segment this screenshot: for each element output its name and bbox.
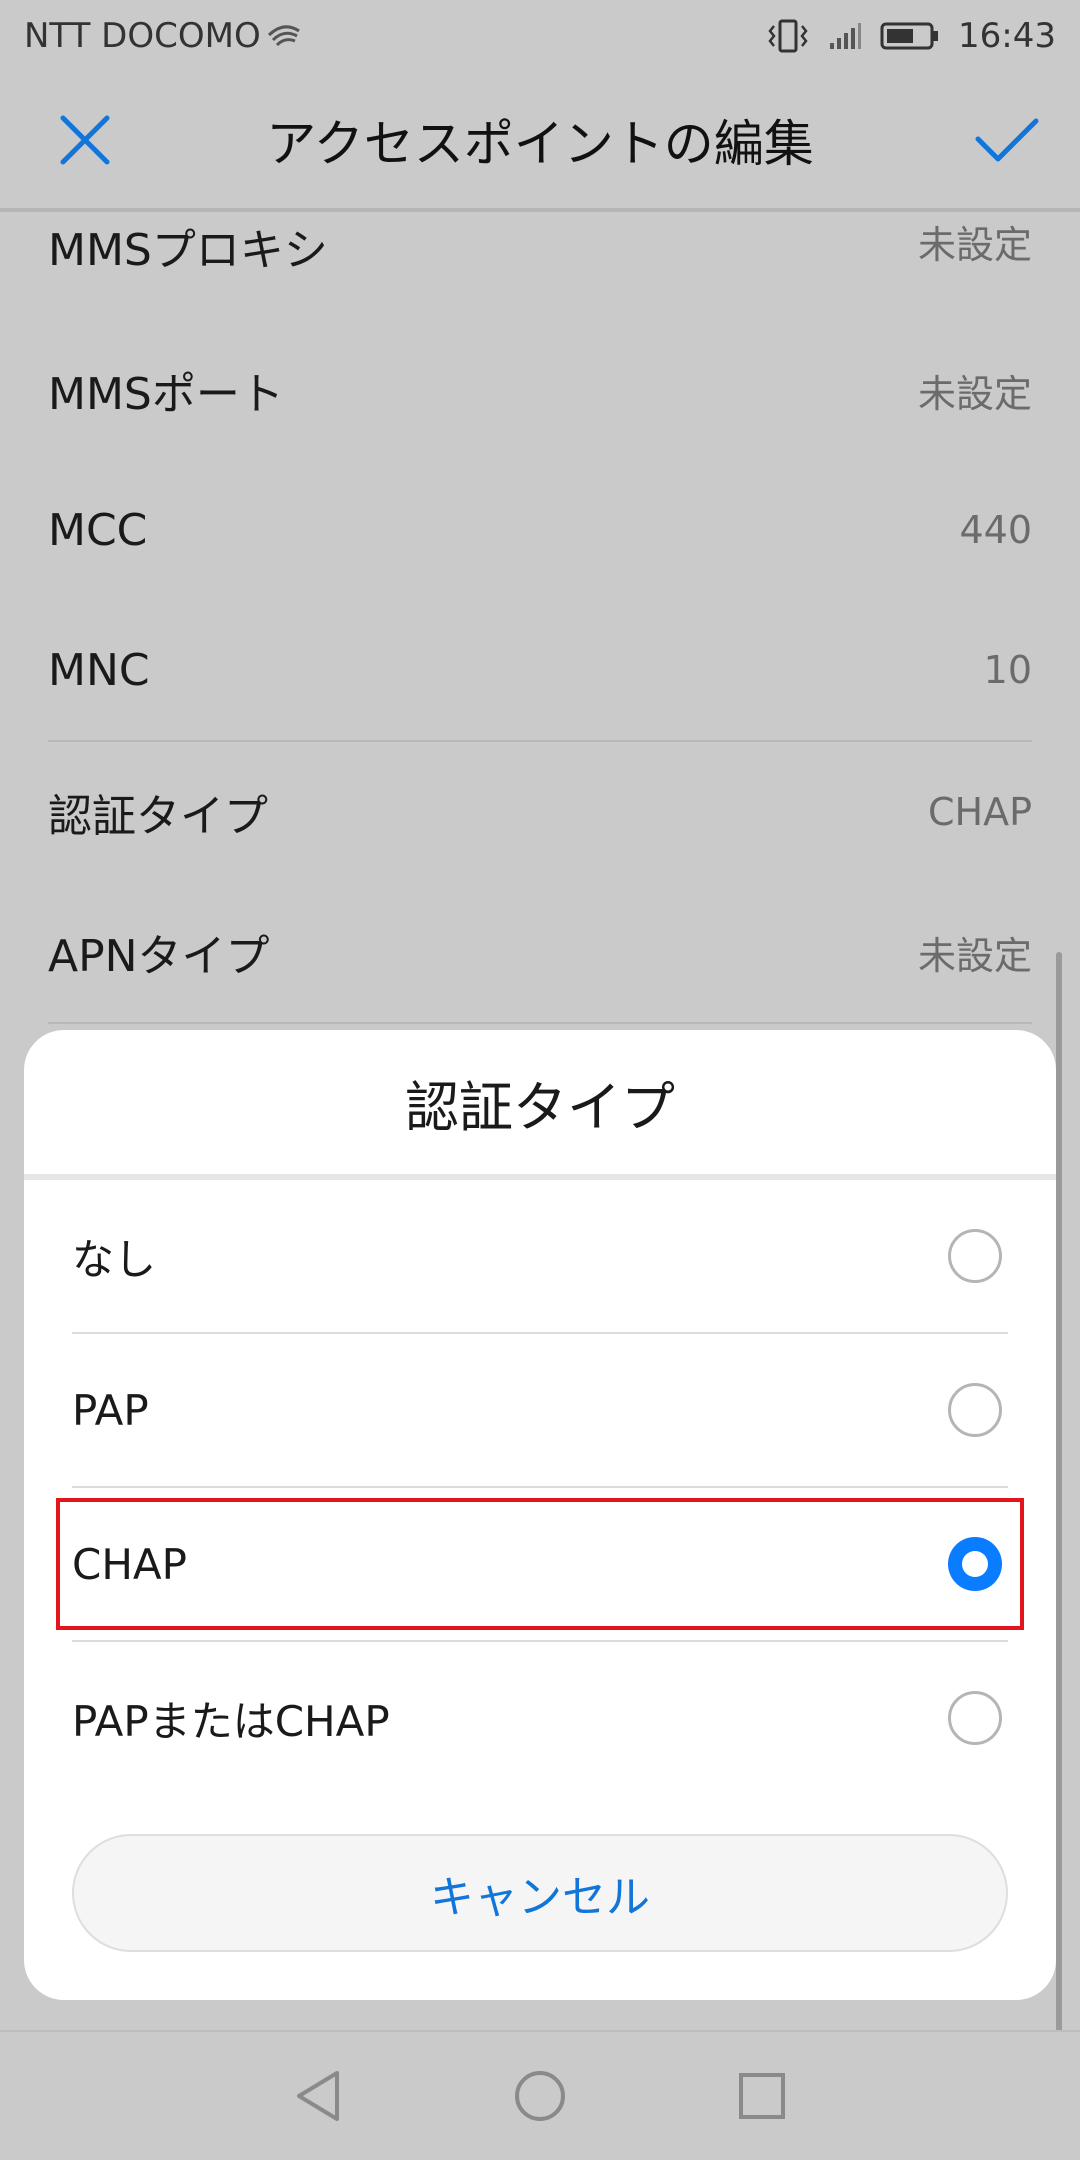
clock: 16:43 — [958, 16, 1056, 56]
option-label: CHAP — [72, 1539, 187, 1589]
recents-icon[interactable] — [737, 2071, 787, 2121]
app-toolbar: アクセスポイントの編集 — [0, 72, 1080, 212]
option-none[interactable]: なし — [72, 1180, 1008, 1332]
dialog-title: 認証タイプ — [405, 1075, 675, 1139]
close-button[interactable] — [50, 105, 120, 175]
option-chap[interactable]: CHAP — [56, 1488, 1024, 1640]
setting-row-mcc[interactable]: MCC 440 — [48, 460, 1032, 600]
setting-label: APNタイプ — [48, 931, 270, 982]
option-label: PAPまたはCHAP — [72, 1696, 390, 1746]
page-title: アクセスポイントの編集 — [266, 115, 814, 173]
setting-row-mnc[interactable]: MNC 10 — [48, 600, 1032, 740]
close-icon — [60, 115, 110, 165]
home-icon[interactable] — [513, 2069, 567, 2123]
setting-value: 未設定 — [917, 933, 1032, 978]
setting-row-mms-proxy[interactable]: MMSプロキシ 未設定 — [48, 214, 1032, 276]
status-left: NTT DOCOMO — [24, 16, 301, 56]
cancel-button[interactable]: キャンセル — [72, 1834, 1008, 1952]
setting-row-apn-type[interactable]: APNタイプ 未設定 — [48, 882, 1032, 1022]
status-bar: NTT DOCOMO 16:43 — [0, 0, 1080, 72]
apn-settings-list: MMSプロキシ 未設定 MMSポート 未設定 MCC 440 MNC 10 認証… — [0, 214, 1080, 1024]
selection-highlight-box — [56, 1498, 1024, 1630]
setting-value: 未設定 — [917, 371, 1032, 416]
wifi-icon — [267, 21, 301, 51]
setting-label: MMSプロキシ — [48, 225, 328, 276]
option-pap-or-chap[interactable]: PAPまたはCHAP — [72, 1642, 1008, 1794]
radio-checked-icon[interactable] — [948, 1537, 1002, 1591]
setting-label: MNC — [48, 644, 150, 696]
setting-label: MCC — [48, 504, 148, 556]
option-label: PAP — [72, 1385, 149, 1435]
setting-label: MMSポート — [48, 369, 284, 420]
setting-row-mms-port[interactable]: MMSポート 未設定 — [48, 320, 1032, 460]
check-icon — [975, 118, 1039, 162]
battery-icon — [880, 21, 940, 51]
option-pap[interactable]: PAP — [72, 1334, 1008, 1486]
list-divider — [48, 1022, 1032, 1024]
setting-value: 440 — [959, 508, 1032, 552]
setting-value: 10 — [983, 648, 1032, 692]
auth-type-dialog: 認証タイプ なし PAP CHAP PAPまたはCHAP キャンセル — [24, 1030, 1056, 2000]
scrollbar[interactable] — [1056, 952, 1062, 2112]
setting-row-auth-type[interactable]: 認証タイプ CHAP — [48, 742, 1032, 882]
system-nav-bar — [0, 2030, 1080, 2160]
back-icon[interactable] — [293, 2069, 343, 2123]
setting-value: CHAP — [927, 790, 1032, 834]
status-right: 16:43 — [766, 16, 1056, 56]
signal-icon — [828, 21, 862, 51]
radio-unchecked-icon[interactable] — [948, 1383, 1002, 1437]
setting-label: 認証タイプ — [48, 791, 268, 842]
confirm-button[interactable] — [972, 105, 1042, 175]
radio-unchecked-icon[interactable] — [948, 1229, 1002, 1283]
vibrate-icon — [766, 18, 810, 54]
radio-unchecked-icon[interactable] — [948, 1691, 1002, 1745]
setting-value: 未設定 — [917, 223, 1032, 267]
carrier-name: NTT DOCOMO — [24, 16, 261, 56]
option-label: なし — [72, 1234, 157, 1284]
